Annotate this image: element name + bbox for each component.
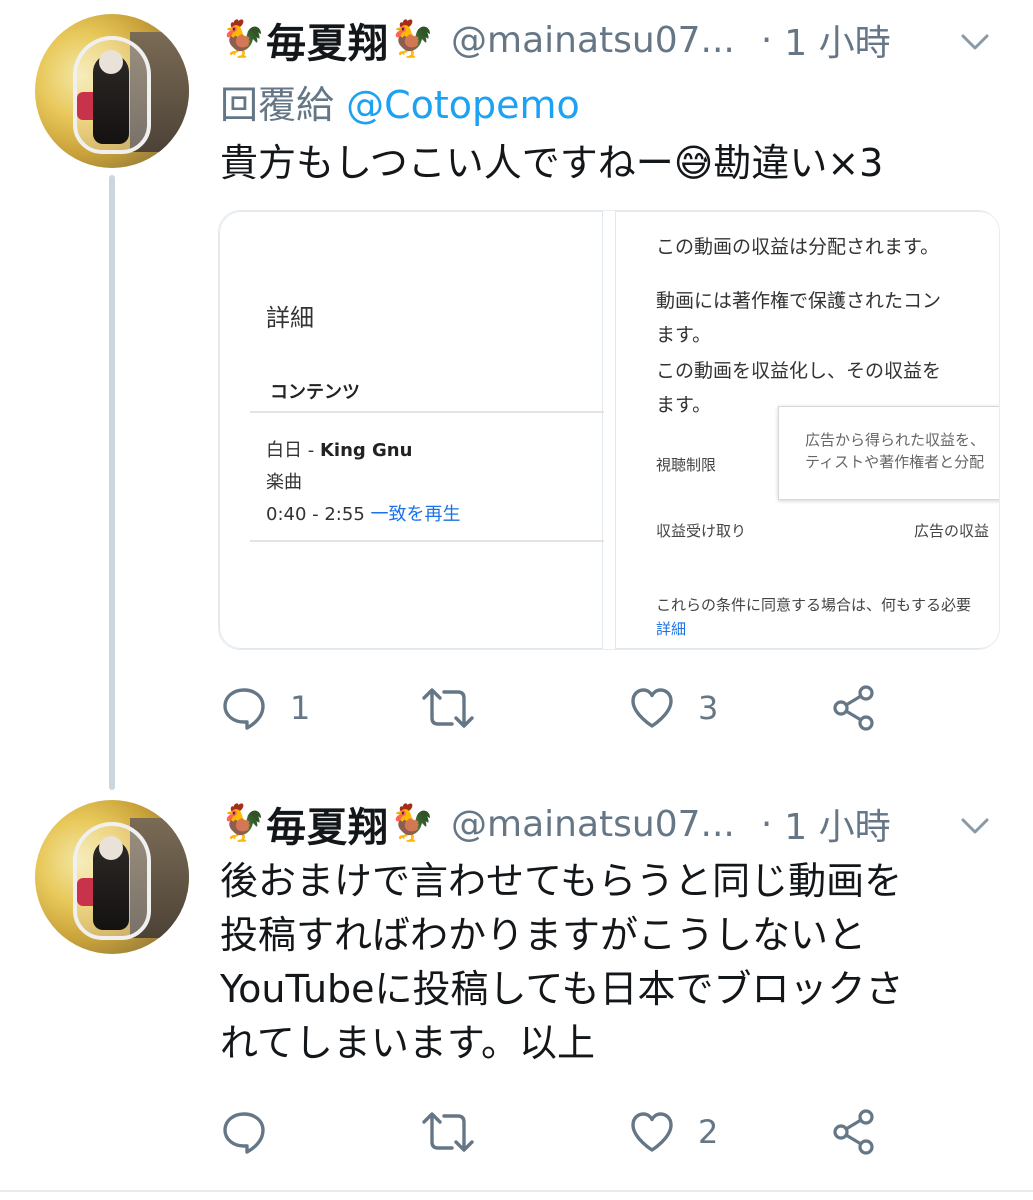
reply-button[interactable] xyxy=(220,1102,290,1162)
rooster-emoji: 🐓 xyxy=(389,803,435,844)
like-icon xyxy=(631,688,673,728)
thread-connector xyxy=(109,175,115,790)
song-artist: King Gnu xyxy=(319,440,413,461)
like-count: 2 xyxy=(698,1113,719,1151)
rooster-emoji: 🐓 xyxy=(220,19,266,60)
rooster-emoji: 🐓 xyxy=(220,803,266,844)
divider xyxy=(0,1190,1033,1192)
range-text: 0:40 - 2:55 xyxy=(266,504,365,525)
revenue-receive-label: 収益受け取り xyxy=(656,522,747,540)
song-line: 白日 - King Gnu xyxy=(266,436,412,462)
tweet-text-line: れてしまいます。以上 xyxy=(220,1021,596,1065)
separator-dot: · xyxy=(760,19,773,61)
reply-to-label: 回覆給 xyxy=(220,83,335,127)
like-button[interactable]: 2 xyxy=(628,1102,718,1162)
caret-down-icon[interactable] xyxy=(957,808,993,844)
tweet-1[interactable]: 🐓 毎夏翔 🐓 @mainatsu07... · 1 小時 回覆給 @Cotop… xyxy=(0,0,1033,790)
like-count: 3 xyxy=(698,689,719,727)
tweet-text-line: 後おまけで言わせてもらうと同じ動画を xyxy=(220,859,903,903)
divider xyxy=(250,540,604,542)
match-range: 0:40 - 2:55 一致を再生 xyxy=(266,500,461,526)
separator-dot: · xyxy=(760,803,773,845)
avatar[interactable] xyxy=(35,14,189,168)
tooltip-line: ティストや著作権者と分配 xyxy=(805,453,985,471)
media-image-left[interactable]: 詳細 コンテンツ 白日 - King Gnu 楽曲 0:40 - 2:55 一致… xyxy=(219,211,604,649)
retweet-button[interactable] xyxy=(420,1102,498,1162)
timestamp[interactable]: 1 小時 xyxy=(784,798,890,850)
tweet-actions: 1 3 xyxy=(220,678,920,738)
media-image-right[interactable]: この動画の収益は分配されます。 動画には著作権で保護されたコン ます。 この動画… xyxy=(615,211,999,649)
play-match-link: 一致を再生 xyxy=(370,504,461,525)
reply-icon xyxy=(223,1112,265,1154)
rooster-emoji: 🐓 xyxy=(389,19,435,60)
view-limit-label: 視聴制限 xyxy=(656,456,717,474)
content-section-label: コンテンツ xyxy=(270,382,360,403)
timestamp[interactable]: 1 小時 xyxy=(784,14,890,66)
tweet-actions: 2 xyxy=(220,1102,920,1162)
tweet-text: 貴方もしつこい人ですねー😅勘違い×3 xyxy=(220,136,883,190)
share-button[interactable] xyxy=(830,1102,878,1162)
revenue-shared-text: この動画の収益は分配されます。 xyxy=(656,236,940,258)
details-link: 詳細 xyxy=(656,620,687,638)
media-card[interactable]: 詳細 コンテンツ 白日 - King Gnu 楽曲 0:40 - 2:55 一致… xyxy=(218,210,1000,650)
reply-to-line: 回覆給 @Cotopemo xyxy=(220,74,580,129)
retweet-icon xyxy=(422,1112,474,1152)
reply-mention-link[interactable]: @Cotopemo xyxy=(346,83,580,127)
display-name[interactable]: 毎夏翔 xyxy=(266,11,389,69)
ad-revenue-label: 広告の収益 xyxy=(914,522,990,540)
details-title: 詳細 xyxy=(266,304,314,332)
share-icon xyxy=(833,1109,874,1155)
copyright-text: 動画には著作権で保護されたコン xyxy=(656,290,942,312)
like-button[interactable]: 3 xyxy=(628,678,718,738)
tweet-text: 後おまけで言わせてもらうと同じ動画を 投稿すればわかりますがこうしないと You… xyxy=(220,854,904,1070)
tweet-text-line: YouTubeに投稿しても日本でブロックさ xyxy=(220,967,904,1011)
retweet-button[interactable] xyxy=(420,678,498,738)
copyright-text-cont: ます。 xyxy=(656,324,712,346)
reply-count: 1 xyxy=(290,689,311,727)
tweet-header: 🐓 毎夏翔 🐓 @mainatsu07... · 1 小時 xyxy=(220,796,891,852)
tweet-text-line: 貴方もしつこい人ですねー😅勘違い×3 xyxy=(220,141,884,185)
tweet-text-line: 投稿すればわかりますがこうしないと xyxy=(220,913,867,957)
share-icon xyxy=(833,685,874,731)
divider xyxy=(250,411,604,413)
monetize-text-cont: ます。 xyxy=(656,394,712,416)
song-separator: - xyxy=(302,440,320,461)
user-handle[interactable]: @mainatsu07... xyxy=(451,20,735,61)
caret-down-icon[interactable] xyxy=(957,24,993,60)
tweet-2[interactable]: 🐓 毎夏翔 🐓 @mainatsu07... · 1 小時 後おまけで言わせても… xyxy=(0,790,1033,1190)
tooltip-line: 広告から得られた収益を、 xyxy=(805,431,986,449)
terms-footer: これらの条件に同意する場合は、何もする必要 xyxy=(656,596,972,614)
reply-button[interactable]: 1 xyxy=(220,678,310,738)
reply-icon xyxy=(223,688,265,730)
like-icon xyxy=(631,1112,673,1152)
tweet-header: 🐓 毎夏翔 🐓 @mainatsu07... · 1 小時 xyxy=(220,12,891,68)
song-title: 白日 xyxy=(266,440,302,461)
user-handle[interactable]: @mainatsu07... xyxy=(451,804,735,845)
share-button[interactable] xyxy=(830,678,878,738)
retweet-icon xyxy=(422,688,474,728)
avatar[interactable] xyxy=(35,800,189,954)
revenue-tooltip: 広告から得られた収益を、 ティストや著作権者と分配 xyxy=(778,406,999,500)
display-name[interactable]: 毎夏翔 xyxy=(266,795,389,853)
content-type: 楽曲 xyxy=(266,472,302,493)
monetize-text: この動画を収益化し、その収益を xyxy=(656,360,942,382)
